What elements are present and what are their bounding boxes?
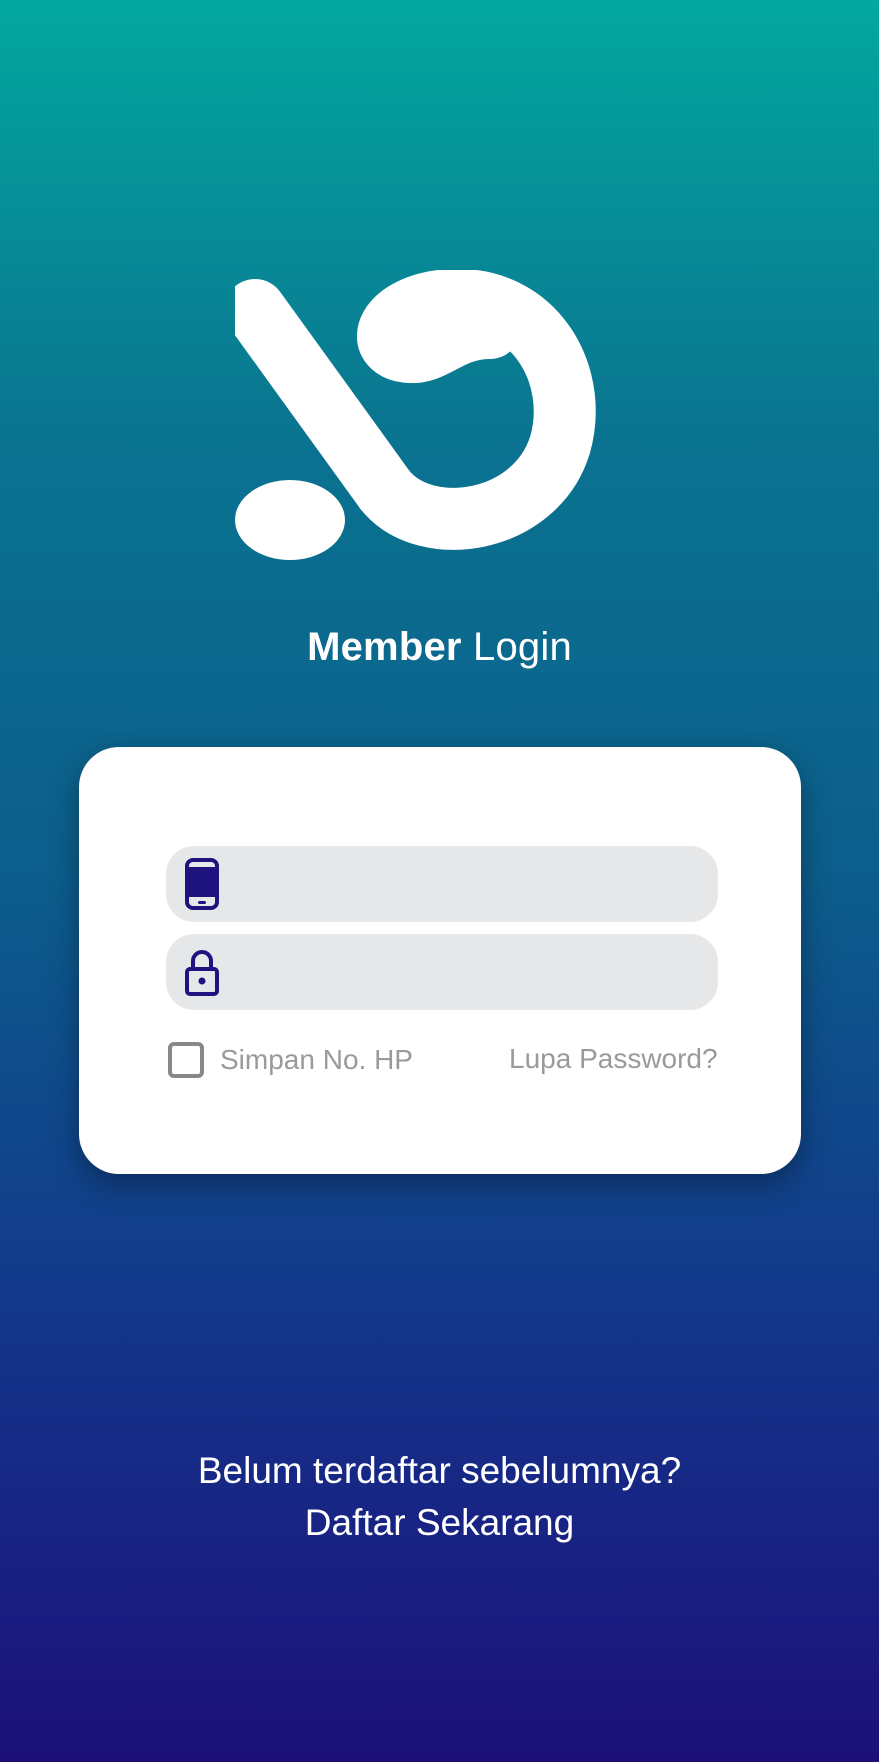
- remember-phone[interactable]: Simpan No. HP: [168, 1039, 413, 1081]
- title-regular: Login: [473, 625, 572, 669]
- remember-label: Simpan No. HP: [220, 1044, 413, 1075]
- login-card: Simpan No. HP Lupa Password?: [79, 747, 801, 1174]
- lock-icon: [185, 950, 219, 996]
- phone-icon: [185, 858, 219, 910]
- register-section: Belum terdaftar sebelumnya? Daftar Sekar…: [0, 1445, 879, 1549]
- register-prompt: Belum terdaftar sebelumnya?: [197, 1450, 682, 1491]
- password-field[interactable]: [166, 934, 718, 1012]
- password-input[interactable]: [238, 934, 702, 1012]
- phone-field[interactable]: [166, 846, 718, 924]
- title-bold: Member: [307, 625, 462, 669]
- register-link[interactable]: Daftar Sekarang: [0, 1497, 879, 1549]
- remember-checkbox[interactable]: [168, 1042, 204, 1078]
- phone-input[interactable]: [238, 846, 702, 924]
- page-title: Member Login: [0, 625, 879, 670]
- forgot-password-link[interactable]: Lupa Password?: [509, 1043, 718, 1075]
- brand-logo: [235, 270, 596, 560]
